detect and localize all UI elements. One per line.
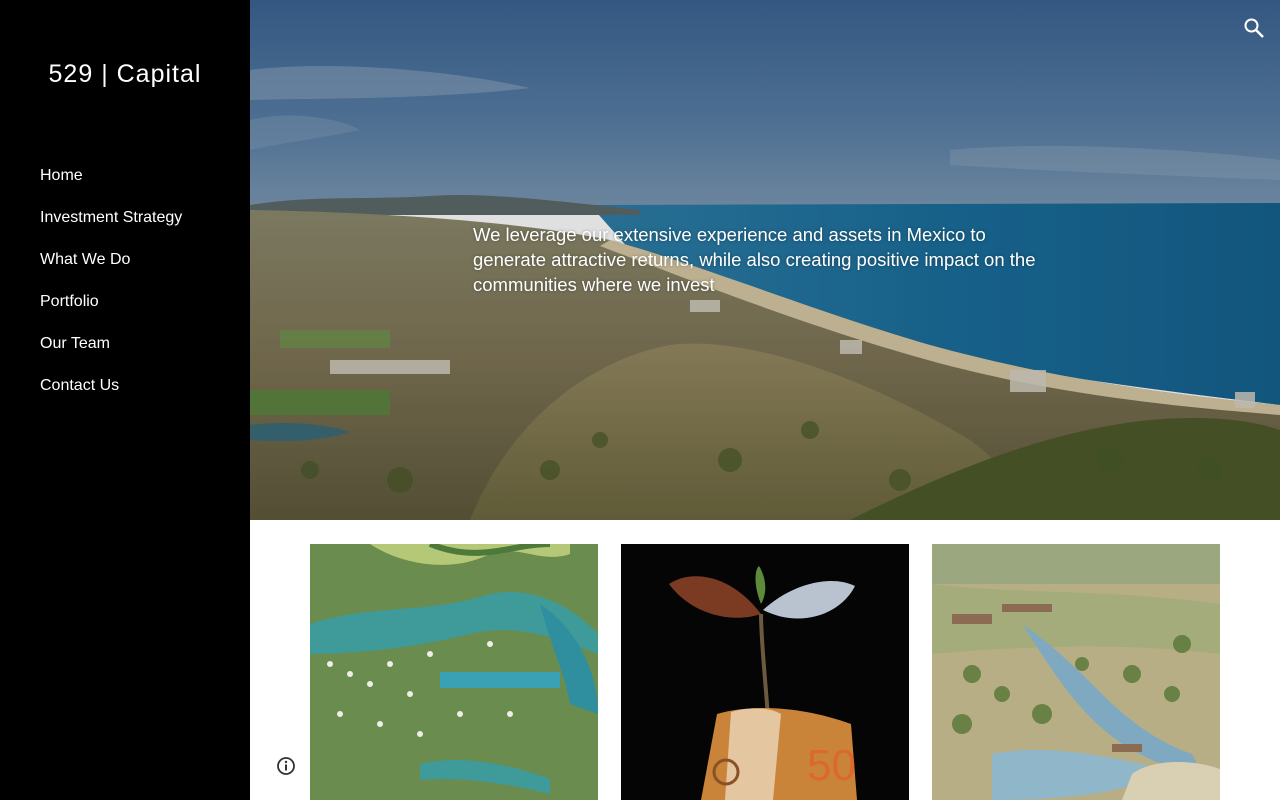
sidebar: 529 | Capital Home Investment Strategy W… <box>0 0 250 800</box>
search-icon <box>1244 18 1264 38</box>
masterplan-image <box>310 544 598 800</box>
main-nav: Home Investment Strategy What We Do Port… <box>40 164 182 416</box>
hero-banner: We leverage our extensive experience and… <box>250 0 1280 520</box>
hero-tagline: We leverage our extensive experience and… <box>473 224 1036 295</box>
nav-item-our-team[interactable]: Our Team <box>40 332 182 374</box>
card-seedling[interactable]: 50 <box>621 544 909 800</box>
nav-item-investment-strategy[interactable]: Investment Strategy <box>40 206 182 248</box>
nav-item-home[interactable]: Home <box>40 164 182 206</box>
card-resort[interactable] <box>932 544 1220 800</box>
page: 529 | Capital Home Investment Strategy W… <box>0 0 1280 800</box>
seedling-image: 50 <box>621 544 909 800</box>
nav-item-what-we-do[interactable]: What We Do <box>40 248 182 290</box>
nav-item-portfolio[interactable]: Portfolio <box>40 290 182 332</box>
svg-text:50: 50 <box>807 741 856 790</box>
resort-image <box>932 544 1220 800</box>
image-cards: 50 <box>250 520 1280 800</box>
search-button[interactable] <box>1242 16 1266 40</box>
card-masterplan[interactable] <box>310 544 598 800</box>
info-icon <box>277 757 295 775</box>
site-info-button[interactable] <box>276 756 296 776</box>
site-title[interactable]: 529 | Capital <box>0 60 250 89</box>
nav-item-contact-us[interactable]: Contact Us <box>40 374 182 416</box>
